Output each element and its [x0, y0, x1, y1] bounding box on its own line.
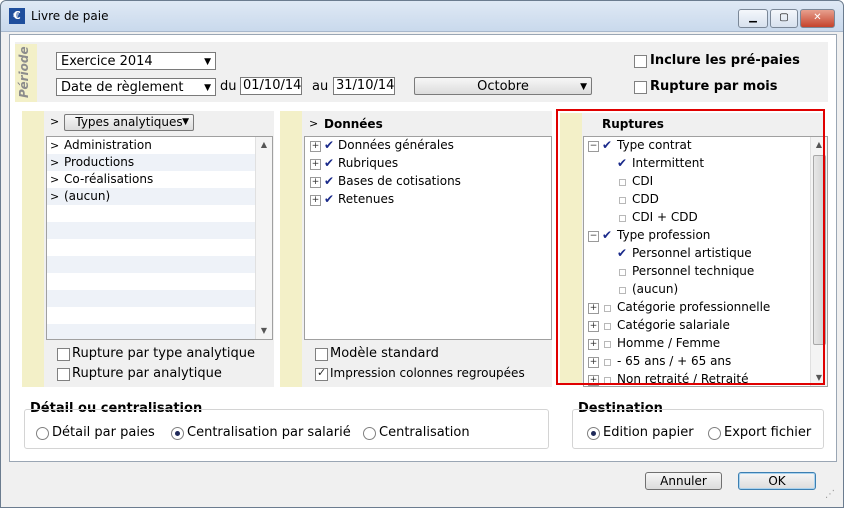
donnees-header: Données: [324, 117, 383, 131]
rupture-mois-label: Rupture par mois: [650, 79, 778, 94]
date-from-input[interactable]: 01/10/14: [240, 77, 302, 95]
list-item: [47, 239, 255, 256]
chevron-right-icon: >: [50, 190, 60, 203]
checkmark-icon: ✔: [324, 156, 335, 170]
checkmark-icon: ✔: [324, 192, 335, 206]
list-item-label: Productions: [64, 155, 135, 169]
chevron-right-icon: >: [50, 115, 60, 128]
donnees-item-label: Rubriques: [338, 156, 399, 170]
list-item: [47, 273, 255, 290]
destination-radio[interactable]: [708, 427, 721, 440]
chevron-right-icon: >: [50, 156, 60, 169]
date-type-value: Date de règlement: [61, 80, 184, 95]
expand-plus-icon[interactable]: +: [310, 177, 321, 188]
window-title: Livre de paie: [31, 9, 109, 23]
chevron-right-icon: >: [50, 173, 60, 186]
modele-standard-checkbox[interactable]: [315, 348, 328, 361]
donnees-accent-bar: [280, 111, 302, 387]
month-value: Octobre: [477, 79, 529, 94]
impression-colonnes-label: Impression colonnes regroupées: [330, 366, 525, 380]
list-item: [47, 256, 255, 273]
inclure-prepaies-label: Inclure les pré-paies: [650, 53, 800, 68]
destination-radio-label: Export fichier: [724, 425, 812, 440]
detail-radio-label: Détail par paies: [52, 425, 155, 440]
chevron-down-icon: ▼: [182, 117, 189, 127]
cancel-button[interactable]: Annuler: [645, 472, 722, 490]
list-item: [47, 290, 255, 307]
detail-radio-label: Centralisation: [379, 425, 470, 440]
types-analytiques-select[interactable]: Types analytiques ▼: [64, 114, 194, 131]
destination-radio-label: Edition papier: [603, 425, 694, 440]
resize-grip-icon[interactable]: ⋰: [825, 489, 835, 500]
analytique-list[interactable]: > Administration > Productions > Co-réalisati…: [46, 136, 273, 340]
donnees-item-label: Données générales: [338, 138, 454, 152]
expand-plus-icon[interactable]: +: [310, 159, 321, 170]
list-item-label: Co-réalisations: [64, 172, 154, 186]
list-item: [47, 324, 255, 339]
date-to-input[interactable]: 31/10/14: [333, 77, 395, 95]
app-icon: €: [9, 8, 25, 24]
destination-radio[interactable]: [587, 427, 600, 440]
list-item: [47, 222, 255, 239]
chevron-down-icon: ▼: [204, 83, 211, 93]
list-item-label: Administration: [64, 138, 152, 152]
list-item[interactable]: > Productions: [47, 154, 255, 171]
donnees-item[interactable]: + ✔ Données générales: [305, 137, 551, 154]
detail-radio-label: Centralisation par salarié: [187, 425, 351, 440]
detail-radio[interactable]: [36, 427, 49, 440]
expand-plus-icon[interactable]: +: [310, 195, 321, 206]
chevron-down-icon: ▼: [204, 57, 211, 67]
du-label: du: [220, 79, 237, 94]
expand-plus-icon[interactable]: +: [310, 141, 321, 152]
detail-radio[interactable]: [363, 427, 376, 440]
list-item[interactable]: > Co-réalisations: [47, 171, 255, 188]
list-item: [47, 307, 255, 324]
title-bar: € Livre de paie ▁ ▢ ✕: [1, 1, 843, 32]
list-item[interactable]: > (aucun): [47, 188, 255, 205]
donnees-item-label: Bases de cotisations: [338, 174, 461, 188]
chevron-right-icon: >: [309, 117, 319, 130]
chevron-down-icon: ▼: [580, 82, 587, 92]
analytique-accent-bar: [22, 111, 44, 387]
au-label: au: [312, 79, 329, 94]
detail-radio[interactable]: [171, 427, 184, 440]
list-item-label: (aucun): [64, 189, 111, 203]
close-icon[interactable]: ✕: [800, 9, 835, 28]
chevron-right-icon: >: [50, 139, 60, 152]
rupture-analytique-checkbox[interactable]: [57, 368, 70, 381]
month-select[interactable]: Octobre ▼: [414, 77, 592, 95]
donnees-item[interactable]: + ✔ Bases de cotisations: [305, 173, 551, 190]
inclure-prepaies-checkbox[interactable]: [634, 55, 647, 68]
rupture-type-analytique-label: Rupture par type analytique: [72, 346, 256, 361]
donnees-item[interactable]: + ✔ Retenues: [305, 191, 551, 208]
donnees-item-label: Retenues: [338, 192, 395, 206]
exercice-value: Exercice 2014: [61, 54, 153, 69]
rupture-analytique-label: Rupture par analytique: [72, 366, 222, 381]
analytique-scrollbar[interactable]: ▲ ▼: [255, 137, 272, 339]
types-analytiques-value: Types analytiques: [75, 115, 183, 129]
ok-button[interactable]: OK: [738, 472, 816, 490]
highlight-box: [556, 109, 825, 385]
scroll-down-icon[interactable]: ▼: [256, 323, 272, 339]
minimize-icon[interactable]: ▁: [738, 9, 768, 28]
checkmark-icon: ✔: [324, 174, 335, 188]
donnees-item[interactable]: + ✔ Rubriques: [305, 155, 551, 172]
modele-standard-label: Modèle standard: [330, 346, 439, 361]
scroll-up-icon[interactable]: ▲: [256, 137, 272, 153]
donnees-list[interactable]: + ✔ Données générales + ✔ Rubriques + ✔ Bases de…: [304, 136, 552, 340]
date-type-select[interactable]: Date de règlement ▼: [56, 78, 216, 96]
maximize-icon[interactable]: ▢: [770, 9, 798, 28]
checkmark-icon: ✔: [324, 138, 335, 152]
rupture-type-analytique-checkbox[interactable]: [57, 348, 70, 361]
list-item[interactable]: > Administration: [47, 137, 255, 154]
exercice-select[interactable]: Exercice 2014 ▼: [56, 52, 216, 70]
periode-label-bar: Période: [15, 44, 37, 102]
periode-label: Période: [17, 46, 31, 98]
list-item: [47, 205, 255, 222]
impression-colonnes-checkbox[interactable]: [315, 366, 328, 381]
rupture-mois-checkbox[interactable]: [634, 81, 647, 94]
